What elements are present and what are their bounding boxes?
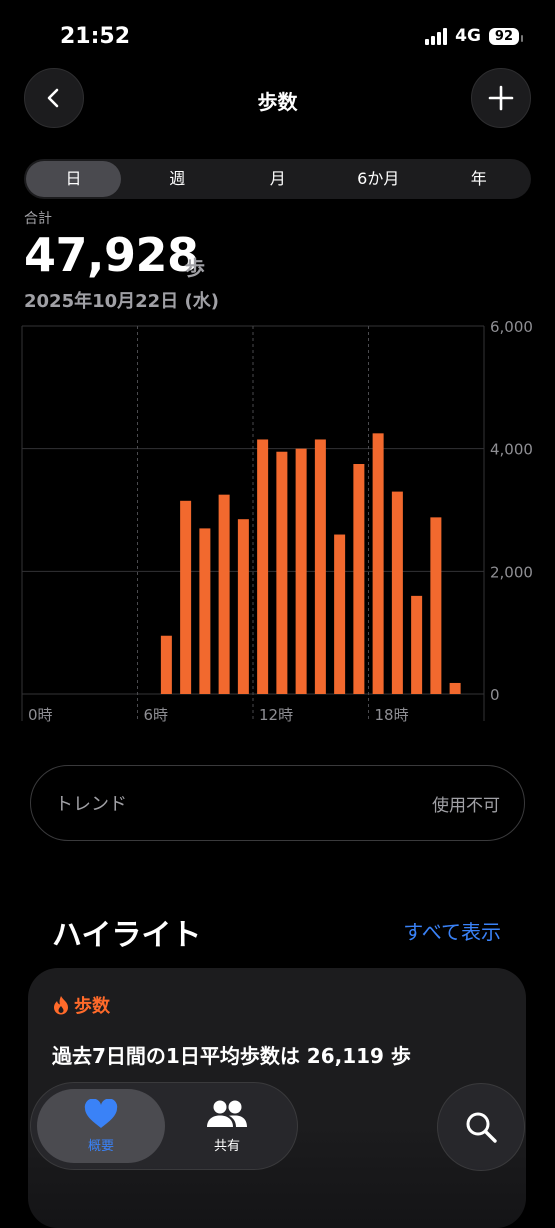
- network-type: 4G: [455, 26, 481, 46]
- x-tick-label: 0時: [28, 706, 53, 724]
- date-label: 2025年10月22日 (水): [24, 291, 219, 312]
- segment-day[interactable]: 日: [26, 161, 121, 197]
- chart-bar: [199, 528, 211, 694]
- status-time: 21:52: [60, 24, 131, 49]
- search-icon: [466, 1112, 497, 1143]
- people-icon: [207, 1100, 247, 1127]
- chart-bar: [353, 464, 365, 694]
- segment-month[interactable]: 月: [228, 161, 329, 197]
- segment-year[interactable]: 年: [429, 161, 530, 197]
- chart-bar: [237, 519, 249, 694]
- total-label: 合計: [24, 211, 52, 227]
- chart-bar: [372, 433, 384, 694]
- y-tick-label: 0: [490, 686, 500, 704]
- search-button[interactable]: [437, 1083, 525, 1171]
- chart-bar: [391, 491, 403, 694]
- tab-summary-label: 概要: [87, 1138, 114, 1154]
- trend-label: トレンド: [55, 794, 127, 815]
- chart-bar: [180, 500, 192, 694]
- chart-bar: [430, 517, 442, 694]
- segment-6-months[interactable]: 6か月: [328, 161, 429, 197]
- trend-card[interactable]: トレンド 使用不可: [30, 765, 525, 841]
- show-all-link[interactable]: すべて表示: [403, 916, 501, 945]
- highlights-title: ハイライト: [52, 918, 202, 953]
- x-tick-label: 18時: [375, 706, 409, 724]
- plus-icon: [488, 85, 514, 111]
- highlight-category: 歩数: [52, 992, 110, 1018]
- chart-bar: [314, 439, 326, 694]
- add-data-button[interactable]: [471, 68, 531, 128]
- battery-icon: 92: [488, 27, 524, 45]
- total-unit: 歩: [185, 256, 205, 280]
- chart-bar: [334, 534, 346, 694]
- flame-icon: [54, 996, 68, 1015]
- tab-sharing[interactable]: 共有: [163, 1089, 291, 1163]
- total-value: 47,928: [24, 228, 199, 282]
- signal-icon: [425, 27, 448, 45]
- trend-value: 使用不可: [432, 795, 500, 816]
- chart-bar: [276, 451, 288, 694]
- chart-bar: [295, 448, 307, 694]
- y-tick-label: 2,000: [490, 563, 533, 581]
- period-segmented-control: 日 週 月 6か月 年: [24, 159, 531, 199]
- x-tick-label: 6時: [144, 706, 169, 724]
- status-indicators: 4G 92: [425, 26, 524, 46]
- chart-bar: [218, 494, 230, 694]
- highlight-category-label: 歩数: [74, 996, 110, 1017]
- tab-bar: 概要 共有: [30, 1082, 298, 1170]
- chart-bar: [160, 635, 172, 694]
- steps-bar-chart[interactable]: 0時 6時 12時 18時 6,000 4,000 2,000 0: [0, 316, 555, 726]
- tab-summary[interactable]: 概要: [37, 1089, 165, 1163]
- highlight-text: 過去7日間の1日平均歩数は 26,119 歩: [52, 1044, 411, 1068]
- segment-week[interactable]: 週: [127, 161, 228, 197]
- y-tick-label: 4,000: [490, 441, 533, 459]
- tab-sharing-label: 共有: [213, 1138, 240, 1154]
- y-tick-label: 6,000: [490, 318, 533, 336]
- chart-bar: [449, 682, 461, 694]
- chart-bar: [257, 439, 269, 694]
- chart-bar: [411, 595, 423, 694]
- x-tick-label: 12時: [259, 706, 293, 724]
- heart-icon: [84, 1098, 118, 1128]
